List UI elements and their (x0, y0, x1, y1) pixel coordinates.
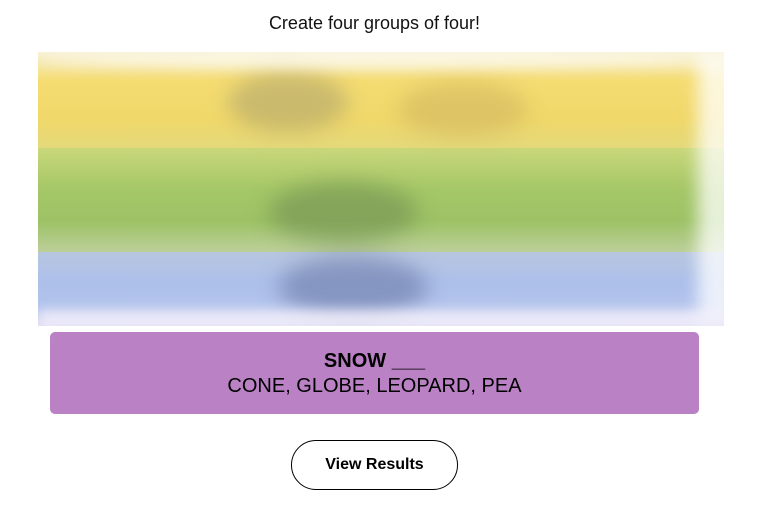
blur-artifact (698, 52, 724, 326)
blur-artifact (398, 82, 528, 137)
blur-artifact (268, 182, 418, 242)
group-members-list: CONE, GLOBE, LEOPARD, PEA (227, 375, 522, 397)
instructions-text: Create four groups of four! (268, 13, 481, 33)
solved-group-purple: SNOW ___ CONE, GLOBE, LEOPARD, PEA (50, 332, 699, 414)
blurred-game-board (38, 52, 724, 326)
blur-artifact (228, 72, 348, 132)
group-category-title: SNOW ___ (323, 350, 426, 372)
blur-artifact (278, 257, 428, 317)
view-results-button[interactable]: View Results (291, 440, 458, 490)
connections-game-page: Create four groups of four! SNOW ___ CON… (0, 0, 759, 524)
blur-artifact (38, 310, 724, 326)
blur-artifact (38, 52, 724, 68)
